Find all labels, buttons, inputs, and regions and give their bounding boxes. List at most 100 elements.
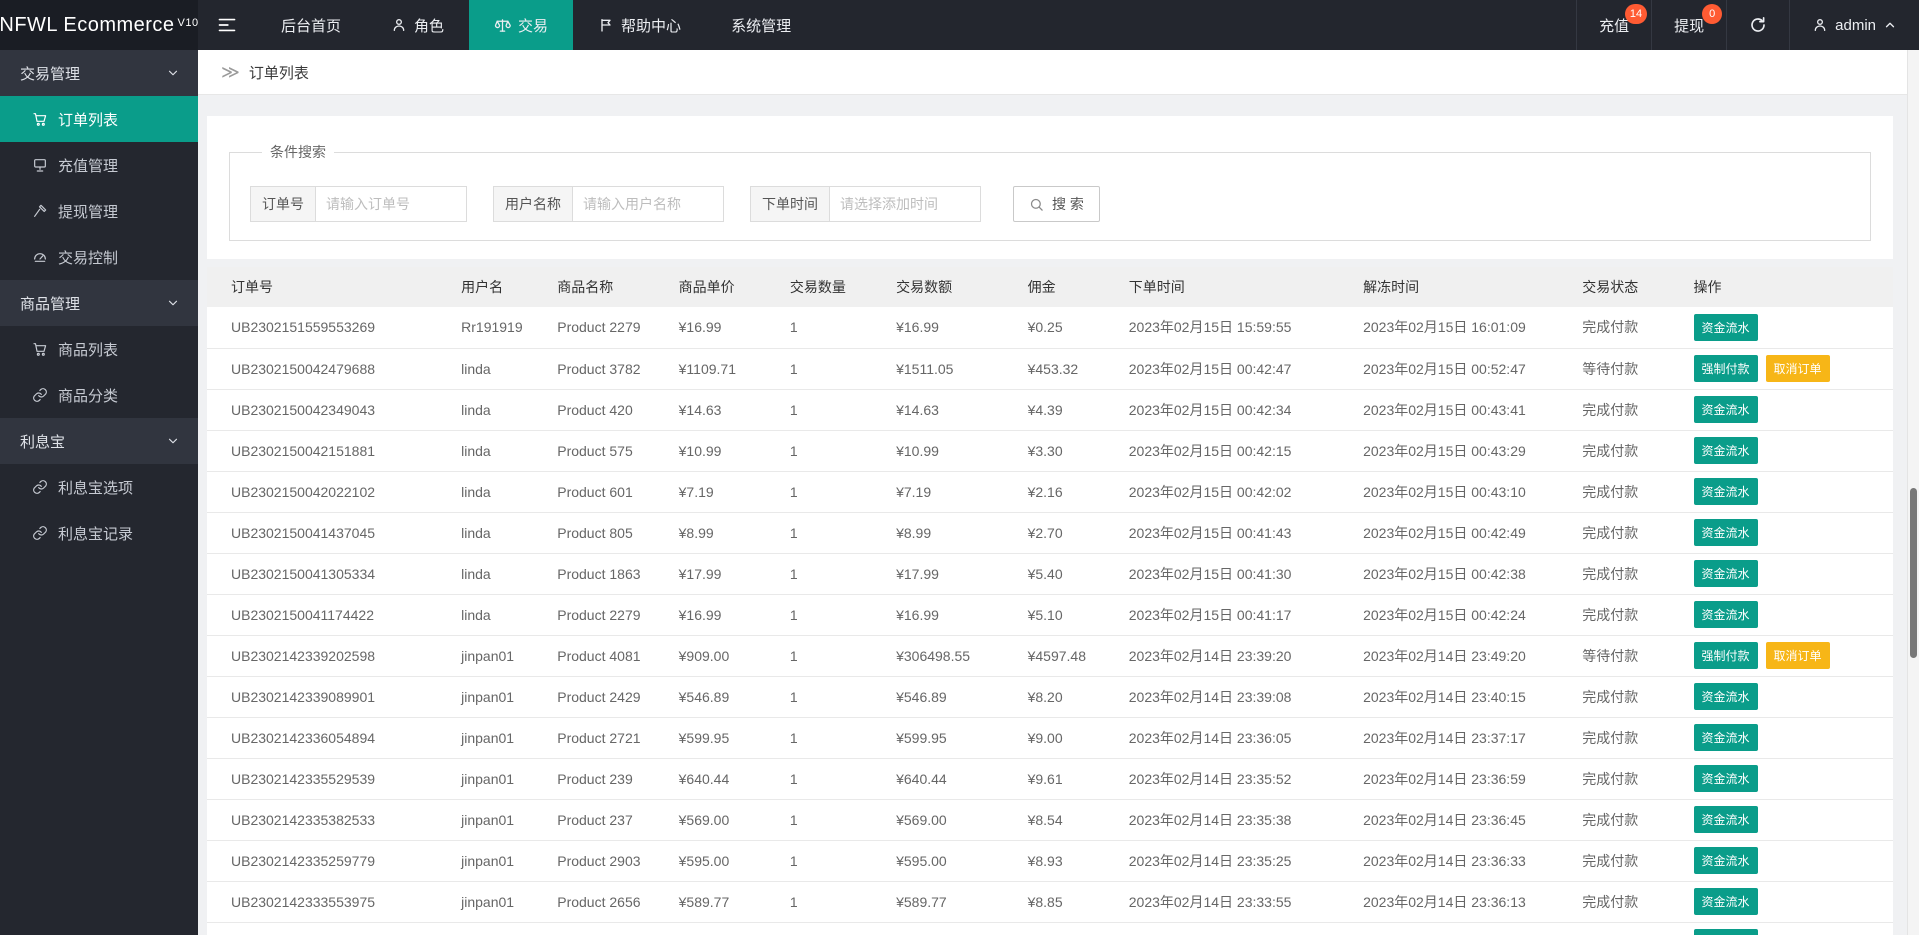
qty-cell: 1 — [781, 553, 889, 595]
scales-icon — [494, 17, 511, 34]
fund-flow-button[interactable]: 资金流水 — [1693, 806, 1758, 833]
actions-cell: 资金流水 — [1685, 471, 1893, 513]
recharge-button[interactable]: 充值 14 — [1576, 0, 1651, 50]
qty-cell: 1 — [781, 881, 889, 923]
admin-user-menu[interactable]: admin — [1789, 0, 1919, 50]
sidebar-item-product-category[interactable]: 商品分类 — [0, 372, 198, 418]
sidebar-group-interest-treasure[interactable]: 利息宝 — [0, 418, 198, 464]
user-cell: linda — [453, 348, 550, 390]
fund-flow-button[interactable]: 资金流水 — [1693, 519, 1758, 546]
qty-cell: 1 — [781, 471, 889, 513]
sidebar-item-recharge-management[interactable]: 充值管理 — [0, 142, 198, 188]
price-cell: ¥16.99 — [670, 307, 782, 349]
fund-flow-button[interactable]: 资金流水 — [1693, 601, 1758, 628]
sidebar-item-withdraw-management[interactable]: 提现管理 — [0, 188, 198, 234]
cancel-order-button[interactable]: 取消订单 — [1765, 355, 1830, 382]
nav-item-help-center[interactable]: 帮助中心 — [573, 0, 706, 50]
fund-flow-button[interactable]: 资金流水 — [1693, 847, 1758, 874]
nav-item-trade[interactable]: 交易 — [469, 0, 574, 50]
force-pay-button[interactable]: 强制付款 — [1693, 642, 1758, 669]
user-cell: jinpan01 — [453, 676, 550, 718]
search-button[interactable]: 搜 索 — [1013, 186, 1100, 222]
fund-flow-button[interactable]: 资金流水 — [1693, 683, 1758, 710]
actions-cell: 资金流水 — [1685, 840, 1893, 882]
column-header-1: 用户名 — [453, 267, 550, 307]
amount-cell: ¥7.19 — [888, 471, 1020, 513]
commission-cell: ¥9.61 — [1019, 758, 1121, 800]
commission-cell: ¥4597.48 — [1019, 635, 1121, 677]
user-cell: Rr191919 — [453, 307, 550, 349]
column-header-7: 下单时间 — [1120, 267, 1356, 307]
force-pay-button[interactable]: 强制付款 — [1693, 355, 1758, 382]
order-no-cell: UB2302150041437045 — [207, 512, 454, 554]
sidebar-group-trade-management[interactable]: 交易管理 — [0, 50, 198, 96]
unfreeze-time-cell: 2023年02月15日 00:42:49 — [1355, 512, 1575, 554]
withdraw-button[interactable]: 提现 0 — [1651, 0, 1726, 50]
fund-flow-button[interactable]: 资金流水 — [1693, 765, 1758, 792]
user-cell: linda — [453, 512, 550, 554]
product-cell: Product 2656 — [549, 881, 671, 923]
search-row: 订单号 用户名称 下单时间 搜 索 — [250, 186, 1870, 222]
status-cell: 等待付款 — [1574, 635, 1686, 677]
sidebar-group-product-management[interactable]: 商品管理 — [0, 280, 198, 326]
order-no-cell: UB2302142223402663 — [207, 922, 454, 935]
user-cell: jinpan01 — [453, 922, 550, 935]
nav-item-home[interactable]: 后台首页 — [256, 0, 366, 50]
unfreeze-time-cell: 2023年02月14日 23:36:33 — [1355, 840, 1575, 882]
order-time-cell: 2023年02月14日 23:39:20 — [1120, 635, 1356, 677]
sidebar-item-order-list[interactable]: 订单列表 — [0, 96, 198, 142]
refresh-button[interactable] — [1726, 0, 1789, 50]
table-row: UB2302150042479688 linda Product 3782 ¥1109… — [207, 348, 1893, 390]
price-cell: ¥10.99 — [670, 430, 782, 472]
actions-cell: 资金流水 — [1685, 594, 1893, 636]
sidebar-item-trade-control[interactable]: 交易控制 — [0, 234, 198, 280]
sidebar-item-product-list[interactable]: 商品列表 — [0, 326, 198, 372]
order-no-input[interactable] — [315, 186, 467, 222]
amount-cell: ¥589.77 — [888, 881, 1020, 923]
fund-flow-button[interactable]: 资金流水 — [1693, 478, 1758, 505]
price-cell: ¥589.77 — [670, 881, 782, 923]
price-cell: ¥546.89 — [670, 676, 782, 718]
refresh-icon — [1749, 16, 1767, 34]
amount-cell: ¥595.00 — [888, 840, 1020, 882]
status-cell: 完成付款 — [1574, 389, 1686, 431]
nav-item-system[interactable]: 系统管理 — [706, 0, 816, 50]
page-scrollbar[interactable] — [1907, 50, 1919, 935]
fund-flow-button[interactable]: 资金流水 — [1693, 888, 1758, 915]
username-input[interactable] — [572, 186, 724, 222]
fund-flow-button[interactable]: 资金流水 — [1693, 396, 1758, 423]
status-cell: 完成付款 — [1574, 307, 1686, 349]
gavel-icon — [32, 203, 48, 219]
user-icon — [391, 17, 407, 33]
fund-flow-button[interactable]: 资金流水 — [1693, 560, 1758, 587]
actions-cell: 资金流水 — [1685, 389, 1893, 431]
sidebar-item-interest-options[interactable]: 利息宝选项 — [0, 464, 198, 510]
status-cell: 等待付款 — [1574, 348, 1686, 390]
order-time-field-label: 下单时间 — [750, 186, 829, 222]
unfreeze-time-cell: 2023年02月14日 23:49:20 — [1355, 635, 1575, 677]
order-no-cell: UB2302150042151881 — [207, 430, 454, 472]
search-icon — [1029, 197, 1044, 212]
page-scrollbar-thumb[interactable] — [1910, 488, 1917, 658]
product-cell: Product 575 — [549, 430, 671, 472]
unfreeze-time-cell: 2023年02月15日 00:43:41 — [1355, 389, 1575, 431]
product-cell: Product 601 — [549, 471, 671, 513]
column-header-0: 订单号 — [207, 267, 454, 307]
status-cell: 完成付款 — [1574, 799, 1686, 841]
cancel-order-button[interactable]: 取消订单 — [1765, 642, 1830, 669]
fund-flow-button[interactable]: 资金流水 — [1693, 724, 1758, 751]
app-logo-text: NFWL Ecommerce — [0, 13, 175, 36]
order-time-input[interactable] — [829, 186, 981, 222]
sidebar-collapse-button[interactable] — [198, 0, 256, 50]
nav-item-roles[interactable]: 角色 — [366, 0, 469, 50]
sidebar-item-interest-records[interactable]: 利息宝记录 — [0, 510, 198, 556]
table-row: UB2302150041305334 linda Product 1863 ¥17.9… — [207, 553, 1893, 595]
table-row: UB2302142339089901 jinpan01 Product 2429 ¥5… — [207, 676, 1893, 718]
fund-flow-button[interactable]: 资金流水 — [1693, 929, 1758, 935]
price-cell: ¥8.99 — [670, 512, 782, 554]
link-icon — [32, 387, 48, 403]
product-cell: Product 805 — [549, 512, 671, 554]
navbar-right: 充值 14 提现 0 admin — [1576, 0, 1919, 50]
fund-flow-button[interactable]: 资金流水 — [1693, 313, 1758, 341]
fund-flow-button[interactable]: 资金流水 — [1693, 437, 1758, 464]
